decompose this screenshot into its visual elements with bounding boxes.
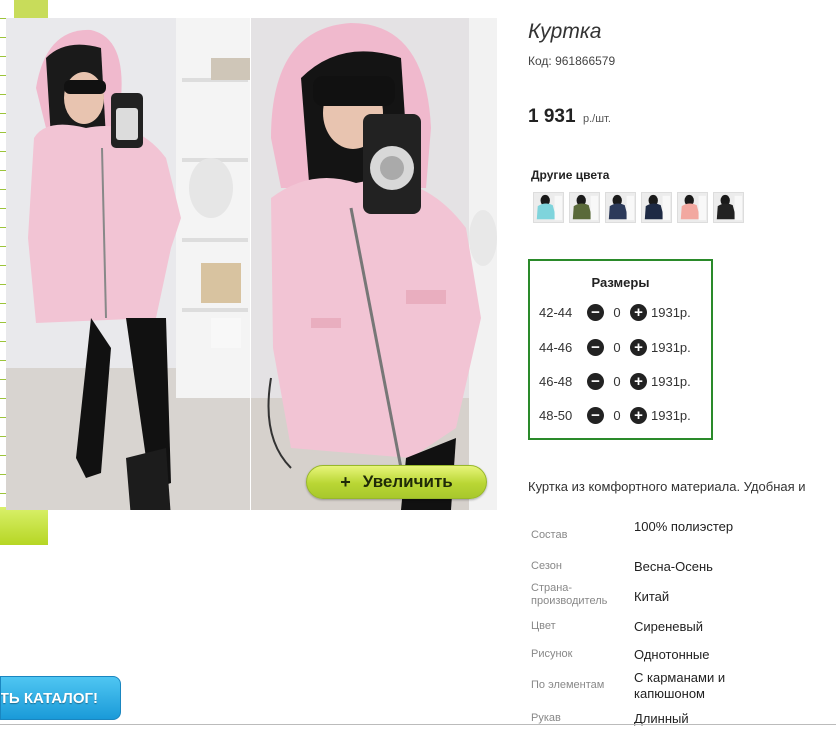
sizes-title: Размеры [591, 275, 650, 290]
product-photo-2[interactable] [251, 18, 497, 510]
size-price: 1931р. [651, 373, 691, 389]
swatch-thumbnail [606, 193, 635, 222]
property-value: С карманами и капюшоном [634, 670, 726, 701]
color-swatch[interactable] [713, 192, 744, 223]
color-swatch[interactable] [677, 192, 708, 223]
property-key: Рисунок [531, 648, 573, 660]
color-swatches [533, 192, 749, 223]
product-description: Куртка из комфортного материала. Удобная… [528, 479, 806, 494]
zoom-button-label: Увеличить [362, 472, 453, 491]
plus-icon[interactable]: + [630, 303, 647, 321]
color-swatch[interactable] [605, 192, 636, 223]
property-key: Сезон [531, 560, 562, 572]
zoom-button[interactable]: + Увеличить [306, 465, 487, 499]
property-value: Весна-Осень [634, 559, 713, 574]
plus-icon[interactable]: + [630, 338, 647, 356]
property-key: Страна-производитель [531, 582, 608, 607]
photo-1-image [6, 18, 250, 510]
product-price: 1 931 р./шт. [528, 106, 611, 128]
color-swatch[interactable] [533, 192, 564, 223]
photo-2-image [251, 18, 497, 510]
minus-icon[interactable]: − [587, 406, 604, 424]
product-photo-1[interactable] [6, 18, 250, 510]
size-row: 48-50 − 0 + 1931р. [539, 405, 691, 425]
product-sku: Код: 961866579 [528, 54, 616, 68]
size-quantity[interactable]: 0 [604, 305, 630, 320]
product-title: Куртка [528, 20, 602, 43]
catalog-button[interactable]: ТЬ КАТАЛОГ! [0, 676, 121, 720]
property-value: Однотонные [634, 647, 710, 662]
sidebar-button-fragment[interactable] [0, 507, 48, 545]
swatch-thumbnail [678, 193, 707, 222]
product-page: + Увеличить ТЬ КАТАЛОГ! Куртка Код: 9618… [0, 0, 836, 729]
size-price: 1931р. [651, 339, 691, 355]
swatch-thumbnail [642, 193, 671, 222]
size-label: 48-50 [539, 407, 573, 423]
size-row: 46-48 − 0 + 1931р. [539, 371, 691, 391]
color-swatch[interactable] [641, 192, 672, 223]
size-label: 46-48 [539, 373, 573, 389]
minus-icon[interactable]: − [587, 338, 604, 356]
property-key: По элементам [531, 679, 605, 691]
property-value: 100% полиэстер [634, 519, 734, 534]
size-quantity[interactable]: 0 [604, 374, 630, 389]
product-gallery [6, 18, 497, 510]
plus-icon: + [340, 471, 351, 492]
minus-icon[interactable]: − [587, 372, 604, 390]
color-swatch[interactable] [569, 192, 600, 223]
other-colors-title: Другие цвета [531, 168, 610, 182]
swatch-thumbnail [714, 193, 743, 222]
size-price: 1931р. [651, 407, 691, 423]
swatch-thumbnail [534, 193, 563, 222]
size-quantity[interactable]: 0 [604, 408, 630, 423]
plus-icon[interactable]: + [630, 372, 647, 390]
property-value: Сиреневый [634, 619, 704, 634]
size-label: 42-44 [539, 304, 573, 320]
property-key: Состав [531, 529, 568, 541]
price-unit: р./шт. [583, 113, 611, 125]
price-amount: 1 931 [528, 106, 576, 127]
catalog-button-label: ТЬ КАТАЛОГ! [0, 689, 98, 707]
size-quantity[interactable]: 0 [604, 340, 630, 355]
property-key: Цвет [531, 620, 556, 632]
size-row: 42-44 − 0 + 1931р. [539, 302, 691, 322]
size-row: 44-46 − 0 + 1931р. [539, 337, 691, 357]
property-value: Китай [634, 589, 670, 604]
swatch-thumbnail [570, 193, 599, 222]
size-label: 44-46 [539, 339, 573, 355]
size-price: 1931р. [651, 304, 691, 320]
minus-icon[interactable]: − [587, 303, 604, 321]
plus-icon[interactable]: + [630, 406, 647, 424]
page-bottom-border [0, 724, 836, 725]
sizes-box: Размеры 42-44 − 0 + 1931р. 44-46 − 0 + 1… [528, 259, 713, 440]
